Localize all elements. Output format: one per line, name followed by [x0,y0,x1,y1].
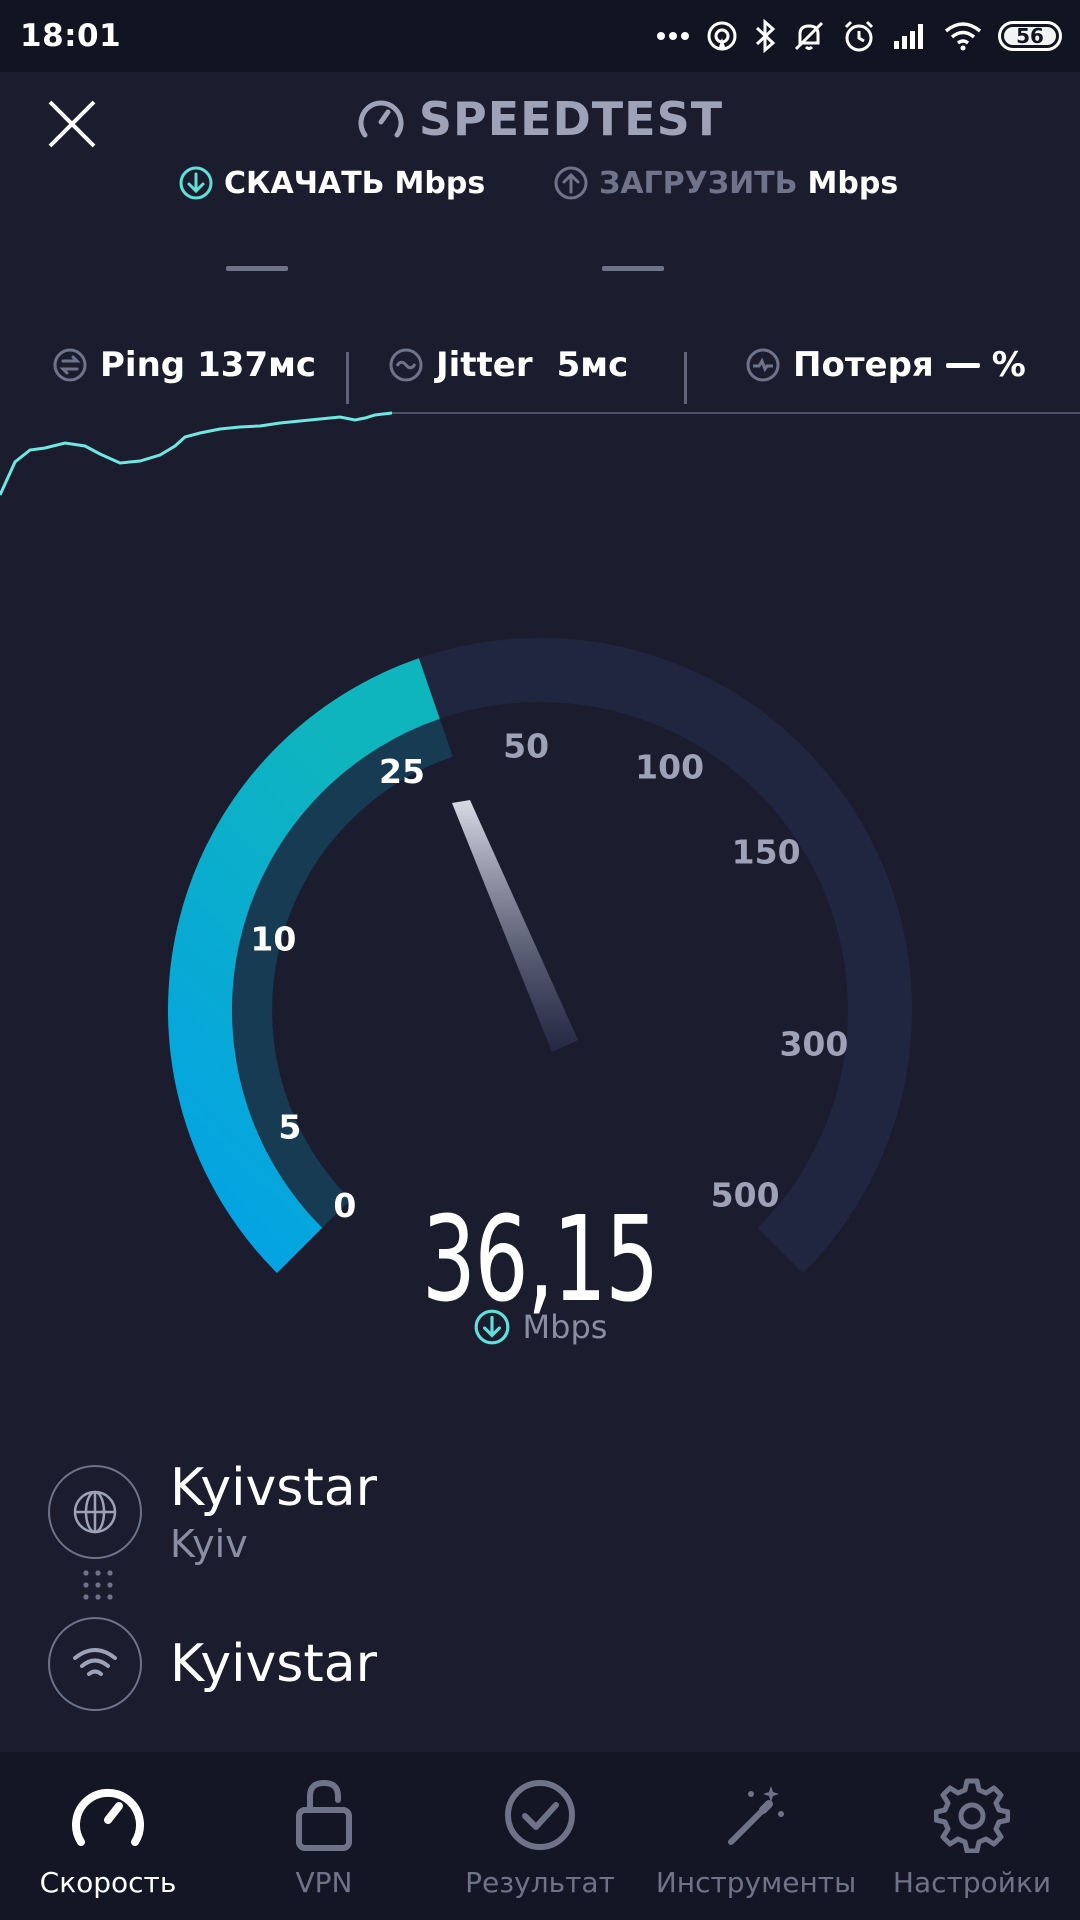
ping-label: Ping [100,345,186,385]
gauge-tick-label: 10 [250,920,296,959]
download-arrow-icon [474,1309,509,1345]
nav-item-speed[interactable]: Скорость [0,1752,216,1920]
server-host[interactable]: Kyivstar Kyiv [48,1458,377,1566]
loss-label: Потеря [793,345,934,385]
app-title: SPEEDTEST [0,92,1080,146]
ping-icon [53,348,87,382]
gauge-tick-label: 100 [635,747,704,786]
globe-icon [73,1490,117,1534]
unlock-icon [294,1774,354,1856]
loss-value-dash [945,362,980,368]
gauge-tick-label: 25 [379,752,425,791]
speedometer-icon [69,1774,147,1856]
nav-item-tools[interactable]: Инструменты [648,1752,864,1920]
upload-arrow-icon [554,166,588,200]
nav-item-vpn[interactable]: VPN [216,1752,432,1920]
gauge-needle [452,800,578,1052]
gauge-tick-label: 50 [503,726,549,765]
battery-level: 56 [1016,24,1044,48]
gauge-tick-label: 150 [732,833,801,872]
speed-tabs: СКАЧАТЬ Mbps ЗАГРУЗИТЬ Mbps [0,165,1080,225]
metric-jitter: Jitter 5мс [388,345,628,385]
header: SPEEDTEST [0,72,1080,172]
ping-value: 137мс [197,345,317,385]
wifi-icon [73,1648,117,1676]
check-circle-icon [503,1774,577,1856]
hotspot-icon [707,21,737,51]
server-provider-name: Kyivstar [170,1634,378,1694]
nav-label-tools: Инструменты [655,1866,857,1899]
server-host-text: Kyivstar Kyiv [170,1458,377,1566]
speed-unit-row: Mbps [0,1308,1080,1346]
server-provider[interactable]: Kyivstar [48,1617,377,1711]
signal-icon [894,24,923,49]
server-host-location: Kyiv [170,1522,248,1566]
bottom-nav: Скорость VPN Результат Инструменты Настр… [0,1752,1080,1920]
tab-download-label: СКАЧАТЬ [224,165,385,201]
alarm-icon [844,20,874,52]
jitter-label: Jitter [436,345,533,385]
server-host-badge [48,1465,142,1559]
nav-item-results[interactable]: Результат [432,1752,648,1920]
more-dots-icon [657,32,689,40]
wifi-icon [944,22,982,51]
jitter-icon [389,348,423,382]
metric-separator [346,352,349,404]
status-bar: 18:01 56 [0,0,1080,72]
bluetooth-icon [755,19,776,53]
nav-label-settings: Настройки [892,1866,1052,1899]
mute-icon [794,21,824,51]
upload-value-placeholder [602,266,664,271]
magic-wand-icon [721,1774,791,1856]
metric-ping: Ping 137мс [52,345,316,385]
tab-download-unit: Mbps [394,165,486,201]
server-host-name: Kyivstar [170,1458,378,1518]
download-value-placeholder [226,266,288,271]
nav-item-settings[interactable]: Настройки [864,1752,1080,1920]
gauge-tick-label: 300 [779,1025,848,1064]
loss-icon [746,348,780,382]
nav-label-speed: Скорость [39,1866,177,1899]
metric-separator [684,352,687,404]
tab-upload[interactable]: ЗАГРУЗИТЬ Mbps [553,165,898,201]
server-provider-text: Kyivstar [170,1634,377,1694]
loss-value: % [991,345,1026,385]
connector-dots [83,1570,113,1600]
jitter-value: 5мс [556,345,629,385]
download-arrow-icon [179,166,213,200]
gear-icon [934,1774,1010,1856]
nav-label-vpn: VPN [295,1866,353,1899]
tab-upload-unit: Mbps [807,165,899,201]
gauge-tick-label: 5 [278,1108,301,1147]
nav-label-results: Результат [465,1866,615,1899]
status-time: 18:01 [20,18,122,54]
metric-loss: Потеря % [745,345,1026,385]
server-provider-badge [48,1617,142,1711]
metrics-row: Ping 137мс Jitter 5мс Потеря % [0,345,1080,405]
speed-unit: Mbps [522,1308,608,1346]
tab-upload-label: ЗАГРУЗИТЬ [599,165,798,201]
speed-graph-line [0,411,393,496]
battery-icon: 56 [998,21,1062,51]
status-icons: 56 [656,19,1062,53]
app-title-text: SPEEDTEST [418,92,724,146]
tab-download[interactable]: СКАЧАТЬ Mbps [178,165,485,201]
speedometer-icon [358,100,404,138]
